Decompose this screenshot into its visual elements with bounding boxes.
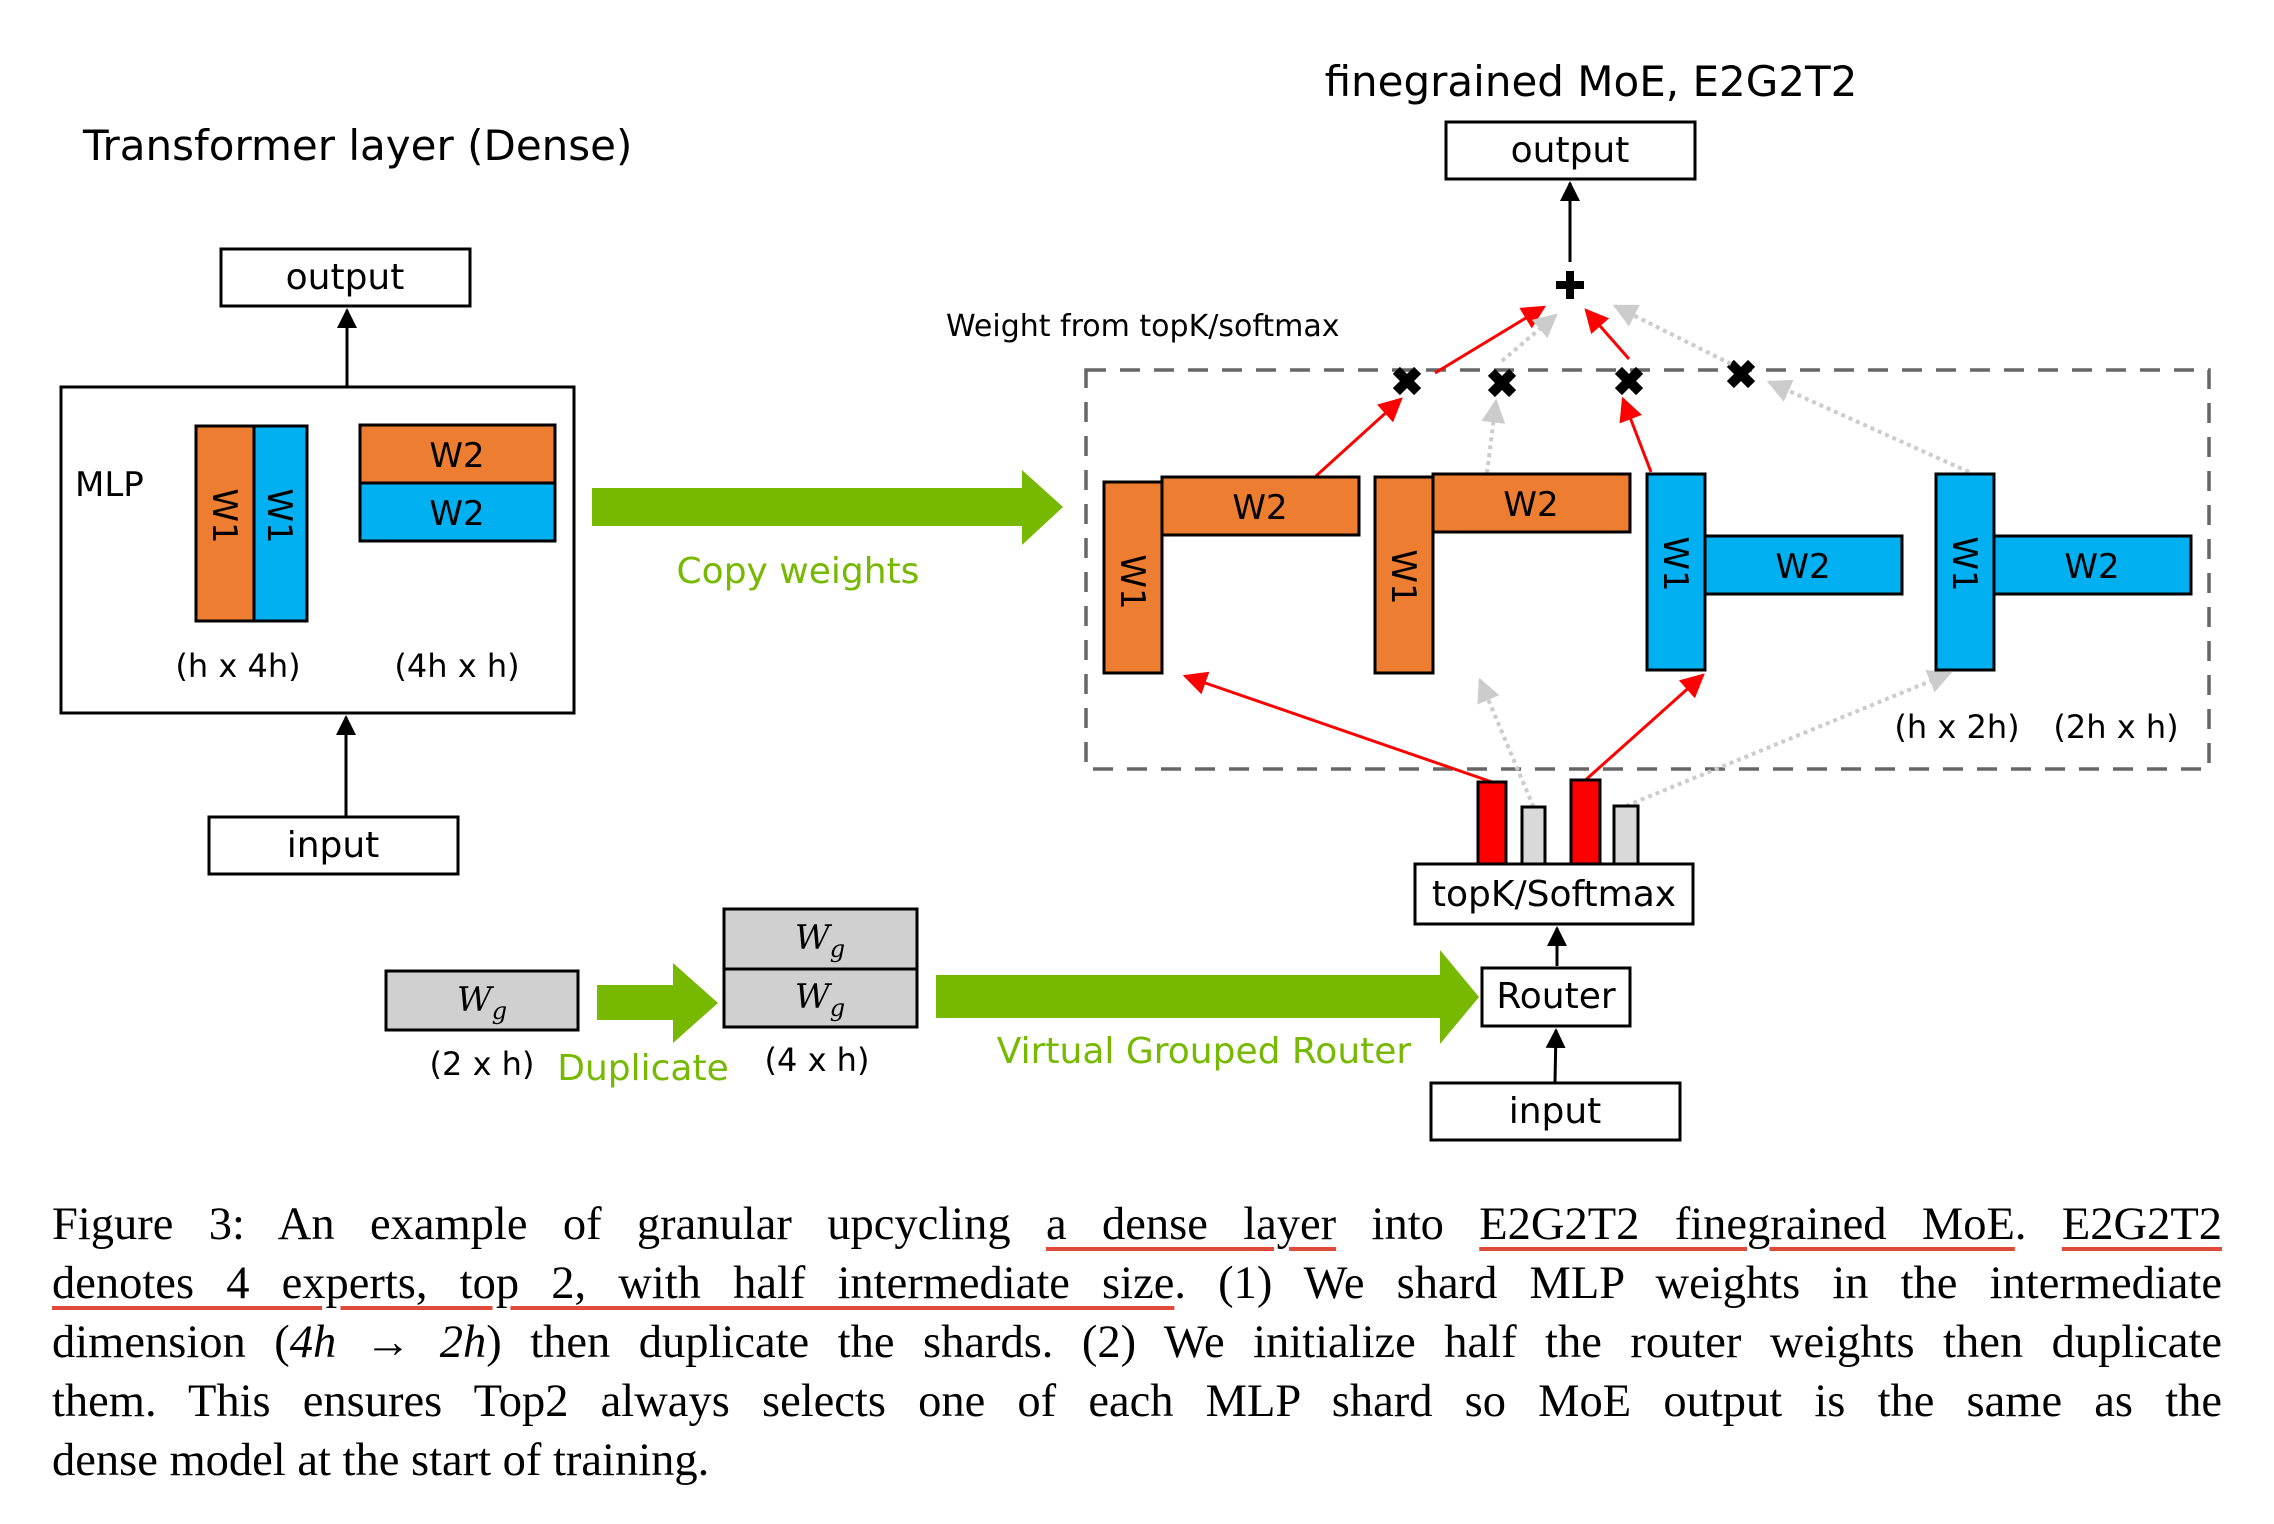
dense-w1-dims: (h x 4h)	[175, 647, 300, 685]
expert-w1-label: W1	[1112, 554, 1152, 609]
upcycling-diagram: Transformer layer (Dense) output MLP W1 …	[59, 57, 2211, 1142]
expert-2: W2 W1	[1373, 472, 1632, 675]
expert-to-mult-arrow	[1619, 396, 1653, 473]
virtual-grouped-router-label: Virtual Grouped Router	[997, 1031, 1412, 1072]
caption-highlight: a dense layer	[1045, 1199, 1337, 1250]
router-box: Router	[1480, 966, 1632, 1028]
dense-w2-orange: W2	[358, 423, 557, 485]
expert-w2-label: W2	[1232, 488, 1287, 528]
wg-stacked-dims: (4 x h)	[765, 1041, 870, 1079]
mlp-label: MLP	[75, 465, 144, 505]
figure-caption: Figure 3: An example of granular upcycli…	[52, 1195, 2222, 1490]
expert-1: W2 W1	[1102, 475, 1361, 675]
copy-weights-arrow	[592, 470, 1063, 545]
wg-stacked: Wg Wg	[722, 907, 919, 1029]
duplicate-label: Duplicate	[557, 1048, 729, 1089]
weight-note: Weight from topK/softmax	[946, 309, 1340, 344]
multiply-icon	[1726, 359, 1756, 389]
virtual-grouped-router-arrow	[936, 950, 1479, 1044]
dense-w2-orange-label: W2	[429, 436, 484, 476]
moe-input-label: input	[1509, 1091, 1602, 1132]
multiply-icon	[1392, 366, 1422, 396]
topk-softmax-box: topK/Softmax	[1413, 862, 1695, 926]
dense-w1-blue-label: W1	[259, 488, 299, 543]
caption-highlight: E2G2T2	[2061, 1199, 2222, 1250]
mlp-box: MLP W1 W1 W2 W2 (h x 4h) (4h x h)	[59, 385, 576, 715]
arrow-input-to-router	[1545, 1028, 1566, 1083]
dense-w1-orange: W1	[194, 424, 256, 623]
expert-w2-label: W2	[1503, 485, 1558, 525]
mult-to-sum-arrow	[1612, 304, 1732, 366]
router-to-expert-arrow	[1584, 673, 1705, 782]
dense-w2-blue: W2	[358, 481, 557, 543]
router-score-bar-unselected	[1520, 805, 1547, 866]
caption-line: dimension (4h → 2h) then duplicate the s…	[52, 1317, 2223, 1368]
caption-line: Figure 3: An example of granular upcycli…	[52, 1199, 2222, 1250]
moe-w1-dims: (h x 2h)	[1894, 708, 2019, 746]
dense-w1-blue: W1	[252, 424, 309, 623]
topk-softmax-label: topK/Softmax	[1432, 874, 1676, 915]
router-score-bar-unselected	[1612, 804, 1640, 866]
copy-weights-label: Copy weights	[677, 551, 920, 592]
expert-w2-label: W2	[1775, 547, 1830, 587]
moe-output-label: output	[1511, 130, 1630, 171]
sum-plus-icon	[1556, 271, 1584, 299]
wg-single: Wg	[384, 969, 580, 1032]
expert-w1-label: W1	[1655, 536, 1695, 591]
caption-highlight: E2G2T2 finegrained MoE	[1479, 1199, 2015, 1250]
dense-w2-blue-label: W2	[429, 494, 484, 534]
expert-w2-label: W2	[2064, 547, 2119, 587]
moe-title: finegrained MoE, E2G2T2	[1325, 57, 1858, 106]
multiply-icon	[1614, 366, 1644, 396]
caption-line: dense model at the start of training.	[52, 1435, 710, 1486]
expert-to-mult-arrow	[1481, 398, 1506, 474]
dense-input-label: input	[287, 825, 380, 866]
expert-to-mult-arrow	[1314, 397, 1403, 478]
expert-w1-label: W1	[1383, 549, 1423, 604]
caption-line: them. This ensures Top2 always selects o…	[52, 1376, 2222, 1427]
dense-title: Transformer layer (Dense)	[82, 121, 632, 170]
caption-math: 2h	[439, 1317, 487, 1368]
dense-w2-dims: (4h x h)	[394, 647, 519, 685]
moe-output-box: output	[1444, 120, 1697, 181]
expert-3: W2 W1	[1645, 472, 1904, 672]
router-score-bar-selected	[1569, 778, 1602, 866]
moe-input-box: input	[1429, 1081, 1682, 1142]
multiply-icon	[1487, 368, 1517, 398]
dense-output-box: output	[219, 247, 472, 308]
caption-line: denotes 4 experts, top 2, with half inte…	[52, 1258, 2222, 1309]
mult-to-sum-arrow	[1500, 313, 1558, 363]
caption-highlight: denotes 4 experts, top 2, with half inte…	[52, 1258, 1175, 1309]
wg-single-dims: (2 x h)	[430, 1045, 535, 1083]
mult-to-sum-arrow	[1584, 308, 1631, 360]
router-label: Router	[1496, 976, 1616, 1017]
moe-w2-dims: (2h x h)	[2053, 708, 2178, 746]
dense-w1-orange-label: W1	[204, 488, 244, 543]
router-score-bar-selected	[1476, 780, 1508, 866]
dense-input-box: input	[207, 815, 460, 876]
expert-w1-label: W1	[1944, 536, 1984, 591]
router-to-expert-arrow	[1182, 671, 1493, 784]
dense-output-label: output	[286, 257, 405, 298]
duplicate-arrow	[597, 963, 718, 1043]
expert-to-mult-arrow	[1766, 379, 1970, 474]
caption-math: 4h	[289, 1317, 337, 1368]
expert-4: W2 W1	[1934, 472, 2193, 672]
